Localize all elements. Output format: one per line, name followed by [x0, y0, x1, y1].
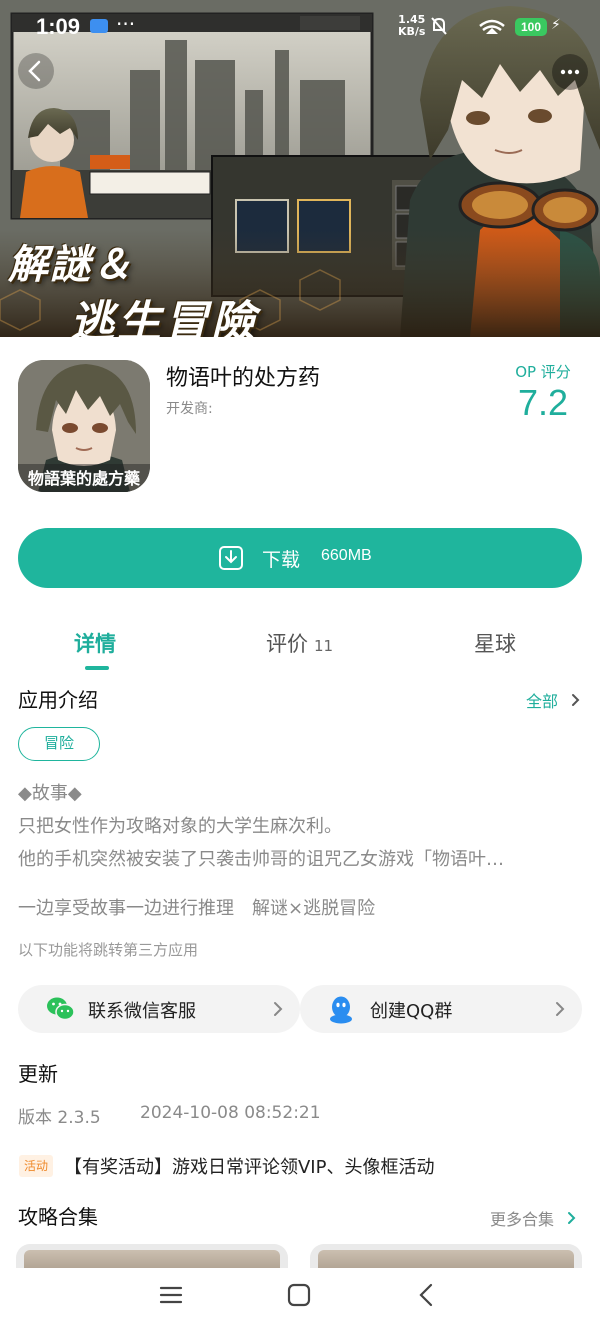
- wechat-icon: [47, 997, 75, 1021]
- event-link[interactable]: 【有奖活动】游戏日常评论领VIP、头像框活动: [64, 1153, 434, 1179]
- network-speed: 1.45 KB/s: [398, 14, 425, 38]
- intro-title: 应用介绍: [18, 688, 98, 712]
- description-line-2: 只把女性作为攻略对象的大学生麻次利。: [18, 816, 342, 837]
- battery-indicator: 100: [515, 18, 547, 36]
- download-icon: [219, 546, 243, 570]
- guides-title: 攻略合集: [18, 1205, 98, 1229]
- version-number: 版本 2.3.5: [18, 1108, 101, 1128]
- status-time: 1:09: [36, 14, 81, 39]
- chevron-right-icon: [572, 694, 580, 706]
- chevron-left-icon: [28, 60, 41, 82]
- description-line-1: ◆故事◆: [18, 783, 82, 804]
- developer-label: 开发商:: [166, 401, 213, 417]
- back-button[interactable]: [18, 53, 54, 89]
- update-title: 更新: [18, 1062, 58, 1086]
- app-name: 物语叶的处方药: [166, 366, 321, 391]
- create-qq-group-button[interactable]: 创建QQ群: [300, 985, 582, 1033]
- tab-reviews[interactable]: 评价 11: [266, 628, 333, 658]
- download-label: 下载: [262, 549, 301, 571]
- chevron-right-icon: [274, 1002, 283, 1016]
- genre-tag[interactable]: 冒险: [18, 727, 100, 761]
- description-line-4: 一边享受故事一边进行推理 解谜×逃脱冒险: [18, 898, 376, 919]
- tab-planet-label: 星球: [474, 632, 516, 656]
- wechat-service-button[interactable]: 联系微信客服: [18, 985, 300, 1033]
- intro-more-label: 全部: [526, 692, 559, 711]
- signal-wifi-icons: [431, 17, 505, 35]
- status-bar: 1:09 ··· 1.45 KB/s 100 ⚡: [0, 0, 600, 56]
- banner-title-line1: 解謎＆: [8, 241, 134, 288]
- download-button[interactable]: 下载 660MB: [18, 528, 582, 588]
- active-tab-indicator: [85, 666, 109, 670]
- guides-more-label: 更多合集: [490, 1210, 555, 1229]
- more-notifications-indicator: ···: [116, 12, 136, 36]
- score-value: 7.2: [517, 382, 569, 423]
- app-icon-artwork: 物語葉的處方藥: [18, 360, 150, 492]
- qq-icon: [330, 996, 352, 1024]
- score-label: OP 评分: [515, 363, 571, 381]
- tab-planet[interactable]: 星球: [474, 628, 516, 658]
- event-badge: 活动: [19, 1155, 53, 1177]
- hero-banner: 1:09 ··· 1.45 KB/s 100 ⚡ 解謎＆ 逃生冒險: [0, 0, 600, 337]
- wechat-service-label: 联系微信客服: [88, 1001, 196, 1022]
- banner-title-line2: 逃生冒險: [70, 297, 258, 337]
- tab-details-label: 详情: [74, 632, 116, 656]
- muted-bell-icon: [431, 17, 447, 35]
- message-notification-icon: [90, 19, 108, 33]
- app-icon-caption: 物語葉的處方藥: [28, 469, 141, 488]
- charging-icon: ⚡: [551, 17, 561, 33]
- intro-more-link[interactable]: 全部: [526, 688, 581, 712]
- description-line-3: 他的手机突然被安装了只袭击帅哥的诅咒乙女游戏「物语叶…: [18, 849, 504, 870]
- third-party-note: 以下功能将跳转第三方应用: [18, 941, 199, 959]
- home-button[interactable]: [286, 1282, 312, 1308]
- guides-more-link[interactable]: 更多合集: [490, 1206, 577, 1230]
- tab-reviews-count: 11: [314, 637, 334, 655]
- more-options-button[interactable]: [552, 54, 588, 90]
- more-dots-icon: [560, 69, 580, 75]
- qq-group-label: 创建QQ群: [370, 1001, 453, 1022]
- recent-apps-button[interactable]: [158, 1282, 184, 1308]
- tab-reviews-label: 评价: [266, 632, 308, 656]
- update-date: 2024-10-08 08:52:21: [140, 1103, 321, 1123]
- system-back-button[interactable]: [414, 1282, 440, 1308]
- wifi-icon: [479, 19, 505, 34]
- system-navigation-bar: [0, 1268, 600, 1333]
- app-icon: 物語葉的處方藥: [18, 360, 150, 492]
- chevron-right-icon: [568, 1212, 576, 1224]
- tab-details[interactable]: 详情: [74, 628, 116, 658]
- download-size: 660MB: [321, 547, 372, 564]
- banner-title: 解謎＆ 逃生冒險: [8, 232, 258, 337]
- chevron-right-icon: [556, 1002, 565, 1016]
- network-speed-unit: KB/s: [398, 25, 426, 38]
